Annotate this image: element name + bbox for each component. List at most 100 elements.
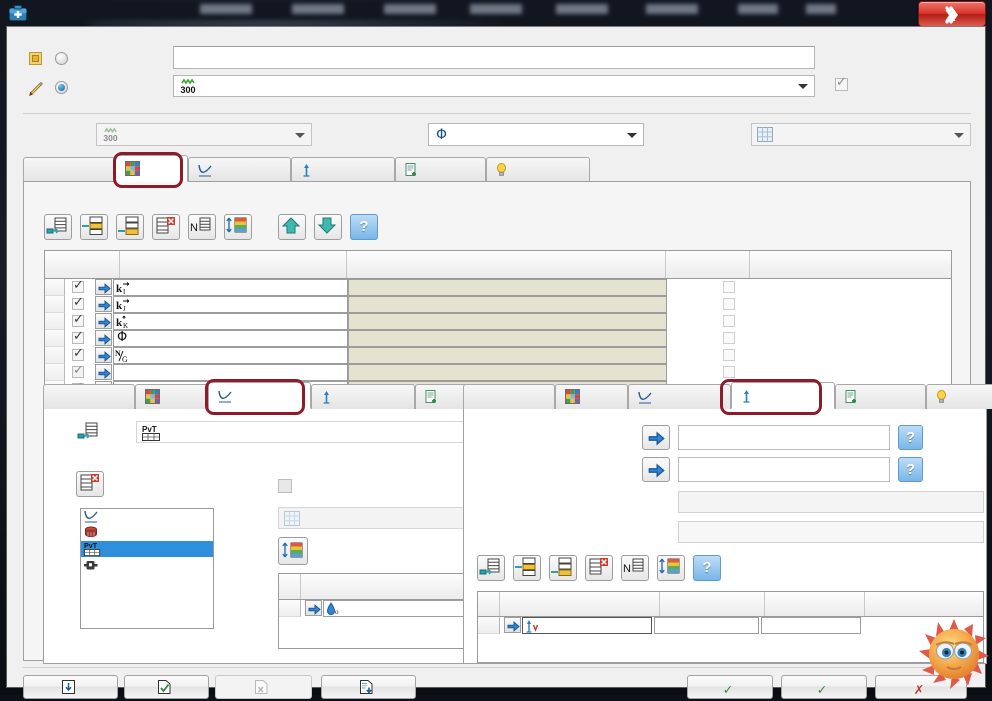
list-item[interactable]: PvT <box>81 541 213 557</box>
go-to-button[interactable] <box>95 364 112 380</box>
fluid-model-field[interactable]: PvT <box>136 421 476 443</box>
well-export-date-options-combo[interactable] <box>678 491 984 513</box>
row-input-cell[interactable]: kJ <box>113 296 348 313</box>
grid-combo[interactable] <box>751 123 971 146</box>
go-to-button[interactable] <box>95 330 112 346</box>
list-item[interactable] <box>81 557 213 573</box>
go-to-button[interactable] <box>95 296 112 312</box>
delete-row-icon[interactable] <box>76 471 104 497</box>
sort-rows-icon[interactable] <box>657 555 685 581</box>
row-enabled-checkbox[interactable] <box>72 295 84 310</box>
tab-advanced[interactable] <box>926 384 992 409</box>
row-fracture-checkbox[interactable] <box>723 366 735 378</box>
tab-functions[interactable] <box>628 384 731 409</box>
table-row[interactable]: o <box>279 600 477 617</box>
tab-results[interactable] <box>835 384 926 409</box>
cancel-button[interactable]: ✗ <box>875 675 967 699</box>
list-item[interactable] <box>81 509 213 525</box>
table-row[interactable] <box>478 617 983 634</box>
insert-n-rows-icon[interactable]: N <box>621 555 649 581</box>
tab-grid[interactable] <box>135 384 208 409</box>
row-input-cell[interactable]: Φ <box>113 330 348 347</box>
row-fracture-checkbox[interactable] <box>723 315 735 327</box>
row-input-cell[interactable] <box>113 364 348 381</box>
table-row[interactable]: kJ <box>45 295 951 313</box>
delete-row-icon[interactable] <box>152 214 180 240</box>
go-to-button[interactable] <box>642 425 670 450</box>
insert-row-after-icon[interactable] <box>549 555 577 581</box>
tab-strategies[interactable] <box>291 157 395 182</box>
go-to-button[interactable] <box>305 600 322 616</box>
function-type-list[interactable]: PvT <box>80 508 214 629</box>
tab-description[interactable] <box>23 157 115 182</box>
region-value-field[interactable] <box>278 507 476 529</box>
go-to-button[interactable] <box>642 457 670 482</box>
tab-strategies[interactable] <box>311 384 415 409</box>
go-to-button[interactable] <box>95 313 112 329</box>
tab-advanced[interactable] <box>486 157 590 182</box>
list-item[interactable] <box>81 525 213 541</box>
insert-row-icon[interactable] <box>477 555 505 581</box>
check-button[interactable] <box>124 675 209 699</box>
move-down-icon[interactable] <box>314 214 342 240</box>
table-row[interactable]: NG <box>45 346 951 364</box>
type-combo[interactable]: Φ <box>428 123 644 146</box>
export-button[interactable] <box>321 675 416 699</box>
row-fracture-checkbox[interactable] <box>723 281 735 293</box>
table-row[interactable]: kI <box>45 278 951 296</box>
apply-button[interactable]: ✓ <box>687 675 773 699</box>
insert-row-before-icon[interactable] <box>513 555 541 581</box>
ok-button[interactable]: ✓ <box>781 675 867 699</box>
row-input-cell[interactable]: kK <box>113 313 348 330</box>
row-start-cell[interactable] <box>654 617 759 634</box>
delete-row-icon[interactable] <box>585 555 613 581</box>
row-enabled-checkbox[interactable] <box>72 312 84 327</box>
table-row[interactable]: kK <box>45 312 951 330</box>
table-row[interactable]: Φ <box>45 329 951 347</box>
row-enabled-checkbox[interactable] <box>72 363 84 378</box>
tab-description[interactable] <box>463 384 555 409</box>
row-fracture-checkbox[interactable] <box>723 298 735 310</box>
row-input-cell[interactable]: kI <box>113 279 348 296</box>
help-icon[interactable] <box>350 214 378 240</box>
row-input-cell[interactable]: NG <box>113 347 348 364</box>
tab-results[interactable] <box>395 157 486 182</box>
tab-functions[interactable] <box>208 382 311 409</box>
move-up-icon[interactable] <box>278 214 306 240</box>
insert-row-after-icon[interactable] <box>116 214 144 240</box>
insert-n-rows-icon[interactable]: N <box>188 214 216 240</box>
copy-user-keywords-checkbox[interactable] <box>835 75 848 91</box>
insert-row-icon[interactable] <box>76 420 104 446</box>
run-button[interactable] <box>23 675 118 699</box>
close-button[interactable]: X <box>918 1 986 27</box>
edit-existing-radio[interactable] <box>55 81 68 94</box>
tab-grid[interactable] <box>555 384 628 409</box>
create-new-radio[interactable] <box>55 52 68 65</box>
row-development-cell[interactable] <box>522 617 652 634</box>
well-connection-factor-options-combo[interactable] <box>678 521 984 543</box>
region-index-property-checkbox[interactable] <box>278 479 292 493</box>
help-icon[interactable] <box>898 457 923 482</box>
well-segmentation-set-input[interactable] <box>678 457 890 482</box>
help-icon[interactable] <box>898 425 923 450</box>
row-fracture-checkbox[interactable] <box>723 332 735 344</box>
go-to-button[interactable] <box>504 617 521 633</box>
row-enabled-checkbox[interactable] <box>72 329 84 344</box>
tab-description[interactable] <box>43 384 135 409</box>
row-enabled-checkbox[interactable] <box>72 278 84 293</box>
insert-row-before-icon[interactable] <box>80 214 108 240</box>
sort-rows-icon[interactable] <box>224 214 252 240</box>
tab-strategies[interactable] <box>731 382 835 409</box>
table-row[interactable] <box>45 363 951 381</box>
help-icon[interactable] <box>693 555 721 581</box>
row-initial-condition-cell[interactable]: o <box>323 600 477 617</box>
tab-functions[interactable] <box>188 157 291 182</box>
create-new-input[interactable] <box>173 46 815 69</box>
global-permeability-log-input[interactable] <box>678 425 890 450</box>
tab-grid[interactable] <box>115 155 188 182</box>
go-to-button[interactable] <box>95 279 112 295</box>
go-to-button[interactable] <box>95 347 112 363</box>
sort-rows-icon[interactable] <box>278 537 308 565</box>
simulator-combo[interactable]: 300 <box>96 123 312 146</box>
row-enabled-checkbox[interactable] <box>72 346 84 361</box>
